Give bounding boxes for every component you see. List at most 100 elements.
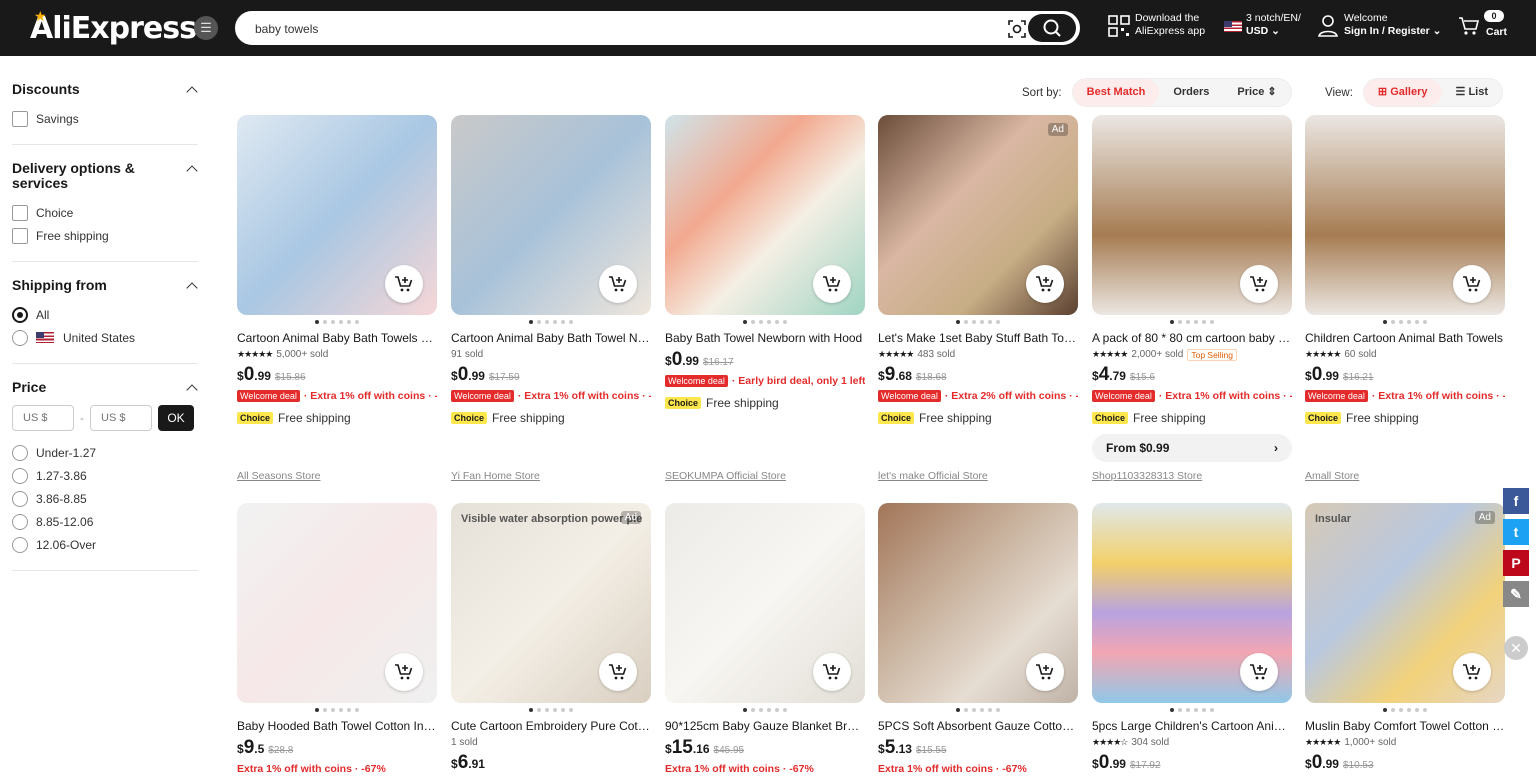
product-card[interactable]: A pack of 80 * 80 cm cartoon baby hooded… bbox=[1092, 115, 1292, 462]
product-title[interactable]: 90*125cm Baby Gauze Blanket Breathable bbox=[665, 719, 865, 735]
carousel-dot[interactable] bbox=[1202, 320, 1206, 324]
carousel-dot[interactable] bbox=[980, 708, 984, 712]
radio-selected[interactable] bbox=[12, 306, 28, 323]
sort-price[interactable]: Price ⇕ bbox=[1223, 79, 1290, 106]
close-icon[interactable]: ✕ bbox=[1504, 636, 1528, 660]
add-to-cart-button[interactable] bbox=[599, 653, 637, 691]
price-ok-button[interactable]: OK bbox=[158, 405, 194, 431]
carousel-dot[interactable] bbox=[996, 320, 1000, 324]
product-image[interactable] bbox=[237, 503, 437, 703]
product-title[interactable]: Children Cartoon Animal Bath Towels bbox=[1305, 331, 1505, 347]
carousel-dot[interactable] bbox=[767, 320, 771, 324]
carousel-dot[interactable] bbox=[1210, 320, 1214, 324]
store-link[interactable]: Amall Store bbox=[1305, 470, 1359, 482]
carousel-dot[interactable] bbox=[347, 320, 351, 324]
carousel-dot[interactable] bbox=[1186, 320, 1190, 324]
price-range-option[interactable]: 3.86-8.85 bbox=[12, 487, 198, 510]
product-title[interactable]: 5PCS Soft Absorbent Gauze Cotton Towels bbox=[878, 719, 1078, 735]
view-gallery[interactable]: ⊞ Gallery bbox=[1363, 79, 1442, 106]
carousel-dot[interactable] bbox=[1415, 320, 1419, 324]
carousel-dot[interactable] bbox=[355, 708, 359, 712]
carousel-dot[interactable] bbox=[1170, 320, 1174, 324]
product-title[interactable]: Baby Hooded Bath Towel Cotton Infant bbox=[237, 719, 437, 735]
carousel-dot[interactable] bbox=[783, 708, 787, 712]
store-link[interactable]: Yi Fan Home Store bbox=[451, 470, 540, 482]
add-to-cart-button[interactable] bbox=[1240, 265, 1278, 303]
product-image[interactable]: Visible water absorption power pie Ad bbox=[451, 503, 651, 703]
cart-label[interactable]: Cart bbox=[1486, 26, 1507, 39]
carousel-dot[interactable] bbox=[529, 708, 533, 712]
carousel-dot[interactable] bbox=[1186, 708, 1190, 712]
carousel-dot[interactable] bbox=[956, 708, 960, 712]
image-carousel-dots[interactable] bbox=[878, 705, 1078, 715]
carousel-dot[interactable] bbox=[1399, 320, 1403, 324]
image-carousel-dots[interactable] bbox=[1305, 317, 1505, 327]
carousel-dot[interactable] bbox=[355, 320, 359, 324]
carousel-dot[interactable] bbox=[743, 708, 747, 712]
locale-selector[interactable]: 3 notch/EN/USD ⌄ bbox=[1246, 12, 1301, 38]
sort-best-match[interactable]: Best Match bbox=[1072, 79, 1160, 106]
carousel-dot[interactable] bbox=[1202, 708, 1206, 712]
add-to-cart-button[interactable] bbox=[813, 265, 851, 303]
account-menu[interactable]: Welcome Sign In / Register ⌄ bbox=[1344, 12, 1441, 38]
edit-share-icon[interactable]: ✎ bbox=[1503, 581, 1529, 607]
product-card[interactable]: 5pcs Large Children's Cartoon Animal Tow… bbox=[1092, 503, 1292, 776]
image-carousel-dots[interactable] bbox=[237, 705, 437, 715]
carousel-dot[interactable] bbox=[1194, 320, 1198, 324]
ship-from-us[interactable]: United States bbox=[12, 326, 198, 349]
carousel-dot[interactable] bbox=[331, 320, 335, 324]
carousel-dot[interactable] bbox=[339, 320, 343, 324]
price-range-option[interactable]: 8.85-12.06 bbox=[12, 510, 198, 533]
download-app-link[interactable]: Download the AliExpress app bbox=[1135, 12, 1205, 38]
twitter-share-icon[interactable]: t bbox=[1503, 519, 1529, 545]
radio[interactable] bbox=[12, 467, 28, 484]
carousel-dot[interactable] bbox=[759, 708, 763, 712]
carousel-dot[interactable] bbox=[561, 320, 565, 324]
product-image[interactable] bbox=[237, 115, 437, 315]
carousel-dot[interactable] bbox=[569, 320, 573, 324]
product-image[interactable] bbox=[451, 115, 651, 315]
carousel-dot[interactable] bbox=[972, 320, 976, 324]
add-to-cart-button[interactable] bbox=[1026, 653, 1064, 691]
carousel-dot[interactable] bbox=[956, 320, 960, 324]
sort-orders[interactable]: Orders bbox=[1159, 79, 1223, 106]
price-range-option[interactable]: 12.06-Over bbox=[12, 533, 198, 556]
store-link[interactable]: let's make Official Store bbox=[878, 470, 988, 482]
price-max-input[interactable] bbox=[90, 405, 152, 431]
carousel-dot[interactable] bbox=[1178, 320, 1182, 324]
carousel-dot[interactable] bbox=[569, 708, 573, 712]
product-title[interactable]: Cartoon Animal Baby Bath Towels Soft bbox=[237, 331, 437, 347]
checkbox[interactable] bbox=[12, 204, 28, 221]
carousel-dot[interactable] bbox=[988, 320, 992, 324]
carousel-dot[interactable] bbox=[553, 708, 557, 712]
product-card[interactable]: Cartoon Animal Baby Bath Towels Soft ★★★★… bbox=[237, 115, 437, 430]
carousel-dot[interactable] bbox=[323, 708, 327, 712]
radio[interactable] bbox=[12, 536, 28, 553]
checkbox[interactable] bbox=[12, 110, 28, 127]
carousel-dot[interactable] bbox=[996, 708, 1000, 712]
image-carousel-dots[interactable] bbox=[237, 317, 437, 327]
carousel-dot[interactable] bbox=[1383, 708, 1387, 712]
image-carousel-dots[interactable] bbox=[451, 705, 651, 715]
cart-icon[interactable] bbox=[1458, 15, 1480, 37]
carousel-dot[interactable] bbox=[1407, 320, 1411, 324]
carousel-dot[interactable] bbox=[1170, 708, 1174, 712]
carousel-dot[interactable] bbox=[339, 708, 343, 712]
carousel-dot[interactable] bbox=[561, 708, 565, 712]
add-to-cart-button[interactable] bbox=[1453, 653, 1491, 691]
carousel-dot[interactable] bbox=[1383, 320, 1387, 324]
carousel-dot[interactable] bbox=[545, 708, 549, 712]
product-title[interactable]: Cute Cartoon Embroidery Pure Cotton Towe… bbox=[451, 719, 651, 735]
carousel-dot[interactable] bbox=[775, 320, 779, 324]
product-title[interactable]: Muslin Baby Comfort Towel Cotton Bunny bbox=[1305, 719, 1505, 735]
carousel-dot[interactable] bbox=[743, 320, 747, 324]
carousel-dot[interactable] bbox=[964, 708, 968, 712]
carousel-dot[interactable] bbox=[759, 320, 763, 324]
add-to-cart-button[interactable] bbox=[1453, 265, 1491, 303]
carousel-dot[interactable] bbox=[751, 708, 755, 712]
product-image[interactable] bbox=[665, 503, 865, 703]
carousel-dot[interactable] bbox=[1194, 708, 1198, 712]
search-button[interactable] bbox=[1028, 14, 1076, 42]
add-to-cart-button[interactable] bbox=[1026, 265, 1064, 303]
product-image[interactable] bbox=[665, 115, 865, 315]
